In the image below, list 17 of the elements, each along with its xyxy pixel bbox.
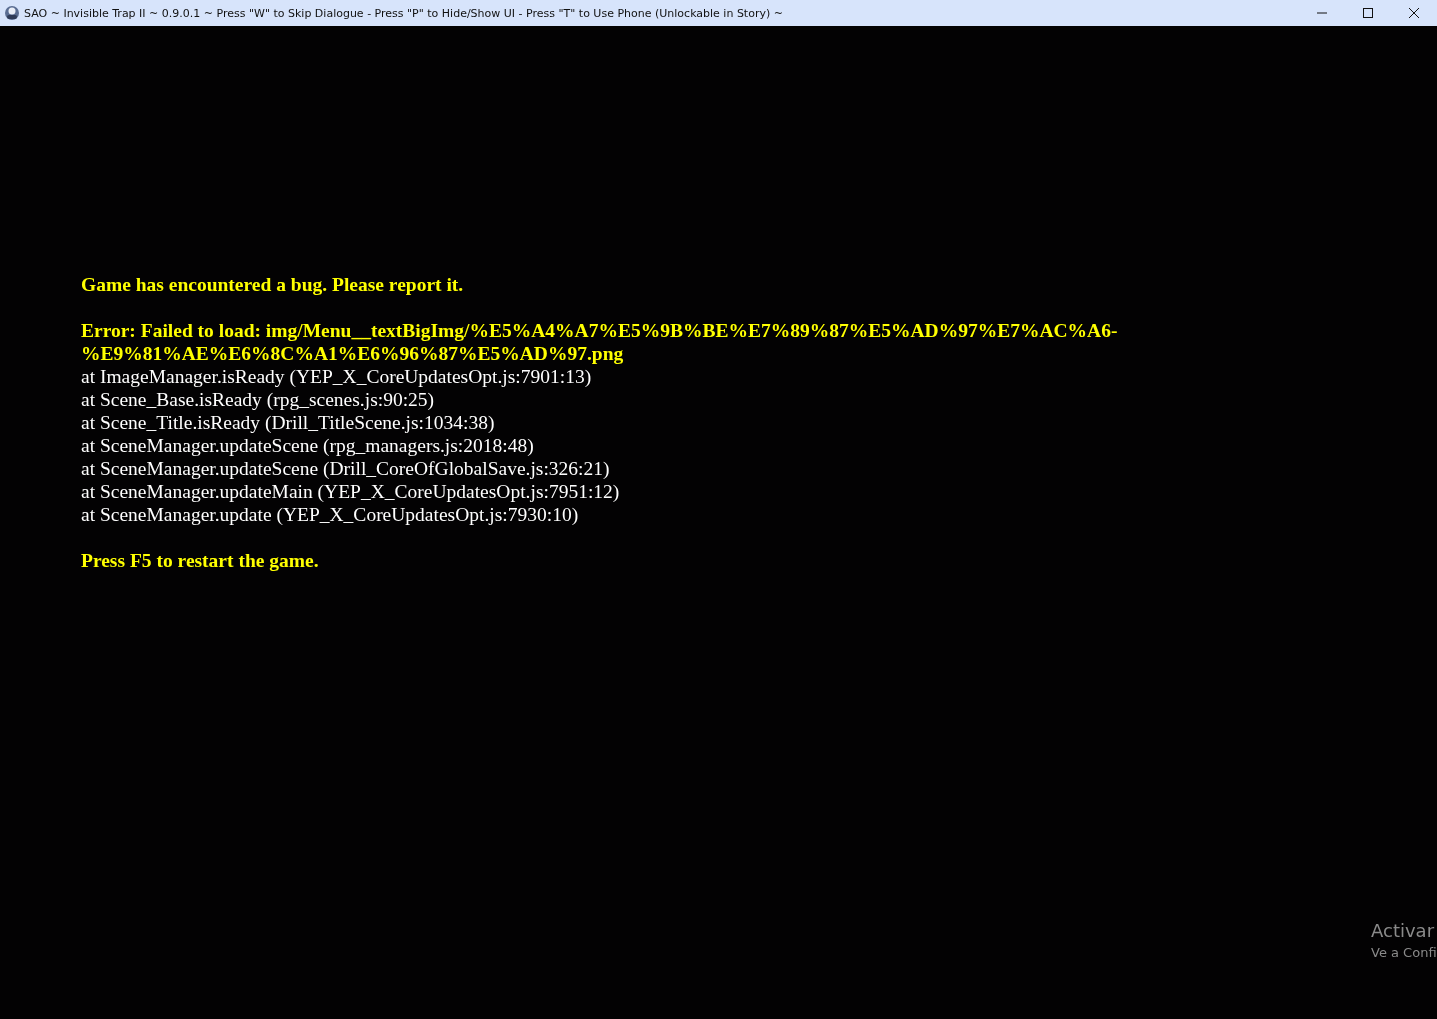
- error-heading: Game has encountered a bug. Please report it.: [81, 273, 465, 296]
- stack-trace-line: at ImageManager.isReady (YEP_X_CoreUpdatesOpt.js:7901:13): [81, 365, 593, 388]
- stack-trace-line: at SceneManager.updateScene (Drill_CoreOfGlobalSave.js:326:21): [81, 457, 611, 480]
- activation-title: Activar: [1371, 919, 1436, 943]
- stack-trace-line: at SceneManager.update (YEP_X_CoreUpdatesOpt.js:7930:10): [81, 503, 580, 526]
- error-message: %E9%81%AE%E6%8C%A1%E6%96%87%E5%AD%97.png: [81, 342, 625, 365]
- error-message: Error: Failed to load: img/Menu__textBigImg/%E5%A4%A7%E5%9B%BE%E7%89%87%E5%AD%97%E7%AC%A6-: [81, 319, 1119, 342]
- stack-trace-line: at Scene_Title.isReady (Drill_TitleScene.js:1034:38): [81, 411, 496, 434]
- stack-trace-line: at SceneManager.updateScene (rpg_managers.js:2018:48): [81, 434, 535, 457]
- restart-hint: Press F5 to restart the game.: [81, 549, 320, 572]
- app-icon: [4, 5, 20, 21]
- maximize-icon: [1362, 7, 1374, 19]
- activation-subtitle: Ve a Confi: [1371, 944, 1437, 962]
- window-title: SAO ~ Invisible Trap II ~ 0.9.0.1 ~ Press "W" to Skip Dialogue - Press "P" to Hide/Show UI - Press "T" to Use Phone (Unlockable in Story) ~: [24, 6, 783, 20]
- close-icon: [1408, 7, 1420, 19]
- stack-trace-line: at Scene_Base.isReady (rpg_scenes.js:90:25): [81, 388, 436, 411]
- stack-trace-line: at SceneManager.updateMain (YEP_X_CoreUpdatesOpt.js:7951:12): [81, 480, 621, 503]
